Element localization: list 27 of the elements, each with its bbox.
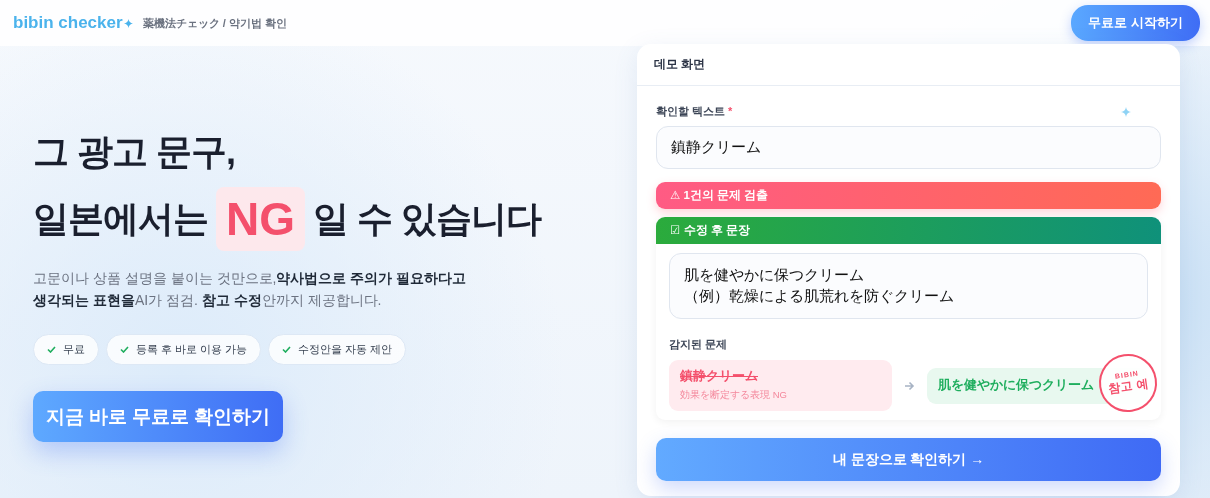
feature-pill: 수정안을 자동 제안 <box>268 334 407 365</box>
headline: 일 수 있습니다 <box>313 197 541 241</box>
result-header: ☑ 수정 후 문장 <box>656 217 1161 244</box>
check-my-text-button[interactable]: 내 문장으로 확인하기 → <box>656 438 1161 481</box>
card-title: 데모 화면 <box>637 44 1180 86</box>
feature-pill: 등록 후 바로 이용 가능 <box>106 334 262 365</box>
check-now-button[interactable]: 지금 바로 무료로 확인하기 <box>33 391 283 442</box>
arrow-icon <box>904 380 915 391</box>
description: 고문이나 상품 설명을 붙이는 것만으로,약사법으로 주의가 필요하다고 생각되는 표현을AI가 점검. 참고 수정안까지 제공합니다. <box>33 269 468 310</box>
alert-banner: ⚠ 1건의 문제 검출 <box>656 182 1161 209</box>
start-free-button[interactable]: 무료로 시작하기 <box>1071 5 1200 41</box>
headline: 그 광고 문구, <box>33 130 236 174</box>
headline: 일본에서는 <box>33 197 208 241</box>
check-icon <box>282 346 292 353</box>
issue-card: 鎮静クリーム 効果を断定する表現 NG <box>669 360 892 411</box>
ng-badge: NG <box>216 187 305 251</box>
sparkle-icon <box>123 18 133 28</box>
field-label: 확인할 텍스트 * <box>656 104 733 119</box>
tagline: 薬機法チェック / 약기법 확인 <box>142 15 287 31</box>
sparkle-icon <box>1121 106 1131 117</box>
feature-pill: 무료 <box>33 334 99 365</box>
section-label: 감지된 문제 <box>669 337 729 352</box>
revised-text-box: 肌を健やかに保つクリーム （例）乾燥による肌荒れを防ぐクリーム <box>669 253 1148 319</box>
check-icon <box>47 346 56 353</box>
logo[interactable]: bibin checker <box>13 13 123 33</box>
check-icon <box>120 346 129 353</box>
text-input-field[interactable]: 鎮静クリーム <box>656 126 1161 169</box>
